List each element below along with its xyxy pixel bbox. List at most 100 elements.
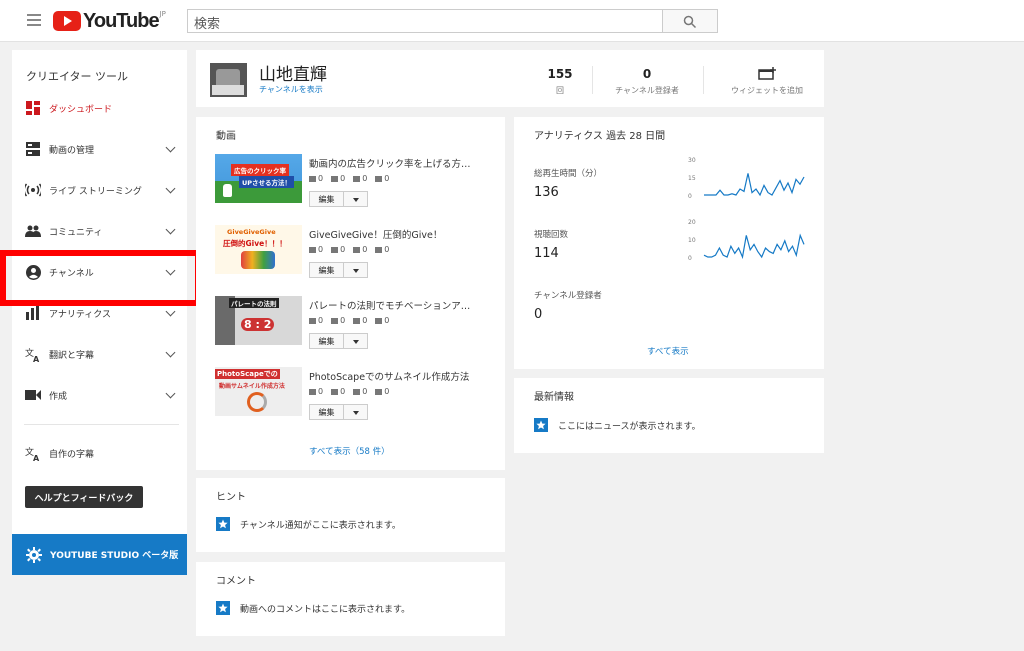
- thumb-up-icon: [353, 388, 361, 395]
- thumbnail-text: 圧倒的Give！！！: [223, 239, 287, 248]
- edit-dropdown-button[interactable]: [344, 404, 368, 420]
- edit-button[interactable]: 編集: [309, 404, 344, 420]
- sidebar-item-label: 動画の管理: [49, 145, 95, 156]
- news-text: ここにはニュースが表示されます。: [558, 421, 701, 432]
- sidebar-item-label: ライブ ストリーミング: [49, 186, 142, 197]
- sidebar-item-live-streaming[interactable]: ライブ ストリーミング: [12, 176, 187, 204]
- subscribers-stat: 0 チャンネル登録者: [606, 67, 688, 96]
- sidebar-item-community[interactable]: コミュニティ: [12, 217, 187, 245]
- edit-button[interactable]: 編集: [309, 333, 344, 349]
- logo-text: YouTube: [83, 9, 160, 32]
- edit-dropdown-button[interactable]: [344, 262, 368, 278]
- sidebar-item-translations[interactable]: 文A 翻訳と字幕: [12, 340, 187, 368]
- likes-stat: 0: [353, 316, 367, 325]
- video-stats: 0 0 0 0: [309, 316, 389, 325]
- chevron-down-icon[interactable]: [165, 224, 176, 235]
- live-broadcast-icon: [25, 182, 41, 198]
- subscribers-label: チャンネル登録者: [615, 86, 679, 95]
- chevron-down-icon[interactable]: [165, 306, 176, 317]
- latest-news-card: 最新情報 ここにはニュースが表示されます。: [514, 378, 824, 453]
- views-count: 155: [547, 67, 573, 81]
- sidebar-item-dashboard[interactable]: ダッシュボード: [12, 94, 187, 122]
- watch-time-sparkline[interactable]: 30 15 0: [688, 155, 808, 203]
- views-label: 回: [556, 86, 564, 95]
- thumbnail-text: 広告のクリック率: [231, 164, 289, 176]
- video-title[interactable]: PhotoScapeでのサムネイル作成方法: [309, 369, 495, 383]
- stat-divider: [703, 66, 704, 94]
- comments-card-title: コメント: [216, 576, 256, 587]
- channel-header-card: 山地直輝 チャンネルを表示 155 回 0 チャンネル登録者 ウィジェットを追加: [196, 50, 824, 107]
- analytics-card: アナリティクス 過去 28 日間 総再生時間（分） 136 30 15 0 視聴回数…: [514, 117, 824, 369]
- comment-text: 動画へのコメントはここに表示されます。: [240, 604, 411, 615]
- video-stats: 0 0 0 0: [309, 245, 389, 254]
- cursor-hand-icon: [223, 184, 232, 197]
- axis-tick-label: 15: [688, 175, 696, 182]
- youtube-logo[interactable]: YouTube JP: [53, 9, 166, 33]
- edit-dropdown-button[interactable]: [344, 333, 368, 349]
- watch-time-label: 総再生時間（分）: [534, 169, 603, 179]
- views-sparkline[interactable]: 20 10 0: [688, 217, 808, 265]
- youtube-studio-beta-button[interactable]: YOUTUBE STUDIO ベータ版: [12, 534, 187, 575]
- thumb-down-icon: [375, 317, 383, 324]
- bar-chart-icon: [309, 246, 316, 253]
- sidebar-item-create[interactable]: 作成: [12, 381, 187, 409]
- axis-tick-label: 30: [688, 157, 696, 164]
- edit-button[interactable]: 編集: [309, 191, 344, 207]
- video-manager-icon: [25, 141, 41, 157]
- search-button[interactable]: [662, 9, 718, 33]
- video-thumbnail[interactable]: 広告のクリック率 UPさせる方法！: [215, 154, 302, 203]
- chevron-down-icon[interactable]: [165, 347, 176, 358]
- video-item: GiveGiveGive 圧倒的Give！！！ GiveGiveGive！圧倒的…: [215, 225, 495, 285]
- see-all-analytics-link[interactable]: すべて表示: [647, 345, 689, 357]
- video-thumbnail[interactable]: GiveGiveGive 圧倒的Give！！！: [215, 225, 302, 274]
- bar-chart-icon: [309, 388, 316, 395]
- comment-icon: [331, 388, 339, 395]
- video-item: パレートの法則 8 : 2 パレートの法則でモチベーションア… 0 0 0 0 …: [215, 296, 495, 356]
- video-title[interactable]: GiveGiveGive！圧倒的Give！: [309, 227, 495, 241]
- video-title[interactable]: パレートの法則でモチベーションア…: [309, 298, 495, 312]
- channel-highlight-box: [0, 250, 201, 306]
- bar-chart-icon: [309, 175, 316, 182]
- sidebar-item-my-subtitles[interactable]: 文A 自作の字幕: [12, 439, 187, 467]
- view-channel-link[interactable]: チャンネルを表示: [259, 84, 323, 95]
- chevron-down-icon[interactable]: [165, 183, 176, 194]
- top-bar: YouTube JP 検索: [0, 0, 1024, 42]
- sidebar-item-label: 作成: [49, 391, 68, 402]
- sidebar-item-video-manager[interactable]: 動画の管理: [12, 135, 187, 163]
- star-icon: [534, 418, 548, 432]
- thumb-up-icon: [353, 317, 361, 324]
- channel-avatar[interactable]: [210, 63, 247, 97]
- video-thumbnail[interactable]: PhotoScapeでの 動画サムネイル作成方法: [215, 367, 302, 416]
- star-icon: [216, 601, 230, 615]
- axis-tick-label: 10: [688, 237, 696, 244]
- comments-stat: 0: [331, 245, 345, 254]
- dislikes-stat: 0: [375, 387, 389, 396]
- analytics-card-title: アナリティクス 過去 28 日間: [534, 131, 666, 142]
- latest-news-title: 最新情報: [534, 392, 574, 403]
- thumb-down-icon: [375, 388, 383, 395]
- sidebar-item-label: ダッシュボード: [49, 104, 113, 115]
- hints-card: ヒント チャンネル通知がここに表示されます。: [196, 478, 505, 552]
- see-all-videos-link[interactable]: すべて表示（58 件）: [309, 445, 390, 457]
- sidebar-item-label: コミュニティ: [49, 227, 103, 238]
- chevron-down-icon[interactable]: [165, 388, 176, 399]
- video-thumbnail[interactable]: パレートの法則 8 : 2: [215, 296, 302, 345]
- views-stat: 0: [309, 387, 323, 396]
- search-input[interactable]: 検索: [187, 9, 663, 33]
- sidebar-title: クリエイター ツール: [26, 70, 129, 83]
- hamburger-menu-icon[interactable]: [27, 14, 41, 26]
- comments-stat: 0: [331, 387, 345, 396]
- comments-stat: 0: [331, 174, 345, 183]
- add-widget-button[interactable]: ウィジェットを追加: [722, 67, 812, 96]
- chevron-down-icon[interactable]: [165, 142, 176, 153]
- video-stats: 0 0 0 0: [309, 387, 389, 396]
- help-feedback-button[interactable]: ヘルプとフィードバック: [25, 486, 143, 508]
- comment-icon: [331, 175, 339, 182]
- studio-button-label: YOUTUBE STUDIO ベータ版: [50, 551, 179, 561]
- subscribers-value: 0: [534, 307, 543, 322]
- edit-dropdown-button[interactable]: [344, 191, 368, 207]
- video-title[interactable]: 動画内の広告クリック率を上げる方…: [309, 156, 495, 170]
- video-item: 広告のクリック率 UPさせる方法！ 動画内の広告クリック率を上げる方… 0 0 …: [215, 154, 495, 214]
- sidebar-item-label: 翻訳と字幕: [49, 350, 95, 361]
- edit-button[interactable]: 編集: [309, 262, 344, 278]
